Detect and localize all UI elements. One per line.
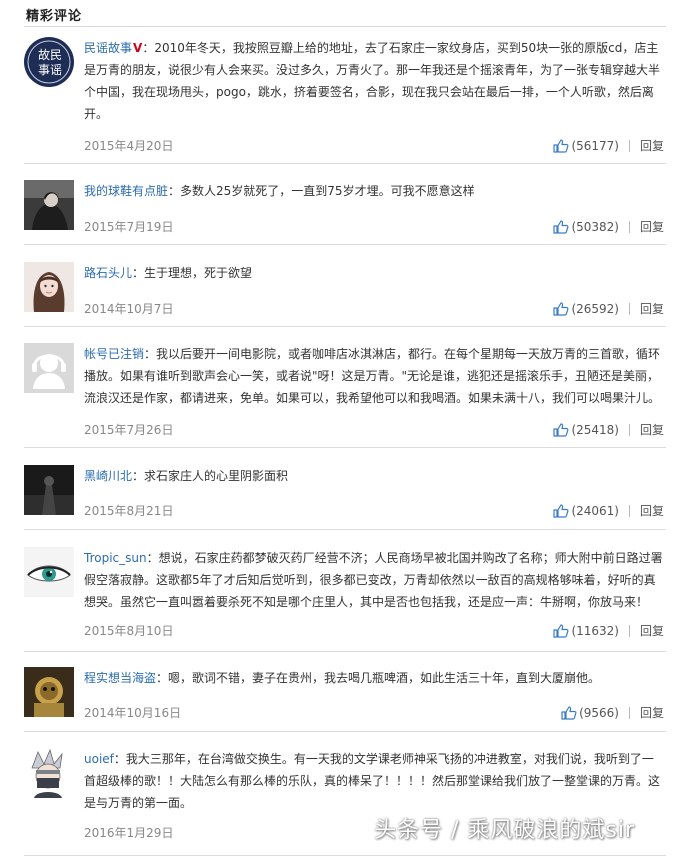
section-title: 精彩评论: [26, 9, 83, 24]
comment-date: 2015年8月21日: [84, 504, 174, 518]
comment-text: 多数人25岁就死了，一直到75岁才埋。可我不愿意这样: [180, 184, 475, 198]
divider: [628, 706, 630, 719]
comment-text: 求石家庄人的心里阴影面积: [144, 469, 289, 483]
comment-item: Tropic_sun：想说，石家庄药都梦破灭药厂经营不济；人民商场早被北国并购改…: [24, 547, 666, 652]
username-link[interactable]: 程实想当海盗: [84, 671, 156, 685]
username-link[interactable]: Tropic_sun: [84, 551, 147, 565]
divider: [628, 139, 630, 152]
comment-text: 2010年冬天，我按照豆瓣上给的地址，去了石家庄一家纹身店，买到50块一张的原版…: [84, 41, 661, 121]
comment-text: 想说，石家庄药都梦破灭药厂经营不济；人民商场早被北国并购改了名称；师大附中前日路…: [84, 551, 663, 609]
avatar[interactable]: [24, 667, 74, 717]
comment-item: 路石头儿：生于理想，死于欲望 2014年10月7日 (26592) 回复: [24, 262, 666, 327]
comment-body: 路石头儿：生于理想，死于欲望: [84, 266, 253, 280]
comment-body: Tropic_sun：想说，石家庄药都梦破灭药厂经营不济；人民商场早被北国并购改…: [84, 551, 663, 609]
username-link[interactable]: 我的球鞋有点脏: [84, 184, 168, 198]
reply-button[interactable]: 回复: [640, 622, 664, 639]
avatar[interactable]: [24, 465, 74, 515]
section-header: 精彩评论: [24, 0, 666, 27]
thumbs-up-icon[interactable]: [553, 301, 569, 316]
username-link[interactable]: uoief: [84, 752, 114, 766]
like-count[interactable]: (24061): [571, 504, 619, 518]
thumbs-up-icon[interactable]: [561, 705, 577, 720]
comment-date: 2015年7月26日: [84, 423, 174, 437]
comment-text: 我大三那年，在台湾做交换生。有一天我的文学课老师神采飞扬的冲进教室，对我们说，我…: [84, 752, 661, 810]
username-link[interactable]: 路石头儿: [84, 266, 132, 280]
comment-item: 我的球鞋有点脏：多数人25岁就死了，一直到75岁才埋。可我不愿意这样 2015年…: [24, 180, 666, 245]
divider: [628, 504, 630, 517]
avatar[interactable]: [24, 748, 74, 798]
thumbs-up-icon[interactable]: [553, 503, 569, 518]
svg-text:故: 故: [38, 47, 50, 62]
comment-text: 我以后要开一间电影院，或者咖啡店冰淇淋店，都行。在每个星期每一天放万青的三首歌，…: [84, 347, 661, 405]
avatar[interactable]: 故 民 事 谣: [24, 37, 74, 87]
comment-body: 我的球鞋有点脏：多数人25岁就死了，一直到75岁才埋。可我不愿意这样: [84, 184, 475, 198]
comment-body: 黑崎川北：求石家庄人的心里阴影面积: [84, 469, 289, 483]
svg-text:民: 民: [50, 48, 62, 62]
reply-button[interactable]: 回复: [640, 218, 664, 235]
comment-date: 2016年1月29日: [84, 826, 174, 840]
like-count[interactable]: (50382): [571, 220, 619, 234]
comment-body: 帐号已注销：我以后要开一间电影院，或者咖啡店冰淇淋店，都行。在每个星期每一天放万…: [84, 347, 661, 405]
divider: [628, 220, 630, 233]
comment-body: 程实想当海盗：嗯，歌词不错，妻子在贵州，我去喝几瓶啤酒，如此生活三十年，直到大厦…: [84, 671, 601, 685]
comment-actions: (56177) 回复: [553, 137, 664, 154]
comment-actions: (25418) 回复: [553, 421, 664, 438]
comment-actions: (26592) 回复: [553, 300, 664, 317]
like-count[interactable]: (26592): [571, 302, 619, 316]
reply-button[interactable]: 回复: [640, 704, 664, 721]
username-link[interactable]: 黑崎川北: [84, 469, 132, 483]
comment-body: 民谣故事V：2010年冬天，我按照豆瓣上给的地址，去了石家庄一家纹身店，买到50…: [84, 41, 661, 121]
verified-badge: V: [133, 41, 143, 55]
svg-text:谣: 谣: [50, 63, 62, 77]
like-count[interactable]: (11632): [571, 624, 619, 638]
thumbs-up-icon[interactable]: [553, 219, 569, 234]
comment-item: 程实想当海盗：嗯，歌词不错，妻子在贵州，我去喝几瓶啤酒，如此生活三十年，直到大厦…: [24, 667, 666, 732]
comment-date: 2014年10月7日: [84, 302, 174, 316]
comment-date: 2015年7月19日: [84, 220, 174, 234]
avatar[interactable]: [24, 547, 74, 597]
divider: [628, 423, 630, 436]
thumbs-up-icon[interactable]: [553, 138, 569, 153]
comment-date: 2015年8月10日: [84, 624, 174, 638]
comment-item: 帐号已注销：我以后要开一间电影院，或者咖啡店冰淇淋店，都行。在每个星期每一天放万…: [24, 343, 666, 448]
divider: [628, 624, 630, 637]
comment-actions: (11632) 回复: [553, 622, 664, 639]
comment-date: 2014年10月16日: [84, 706, 182, 720]
username-link[interactable]: 帐号已注销: [84, 347, 144, 361]
watermark: 头条号 / 乘风破浪的斌sir: [374, 818, 636, 843]
comment-text: 嗯，歌词不错，妻子在贵州，我去喝几瓶啤酒，如此生活三十年，直到大厦崩他。: [168, 671, 601, 685]
avatar[interactable]: [24, 180, 74, 230]
reply-button[interactable]: 回复: [640, 137, 664, 154]
comment-item: 黑崎川北：求石家庄人的心里阴影面积 2015年8月21日 (24061) 回复: [24, 465, 666, 530]
username-link[interactable]: 民谣故事: [84, 41, 132, 55]
comment-body: uoief：我大三那年，在台湾做交换生。有一天我的文学课老师神采飞扬的冲进教室，…: [84, 752, 661, 810]
reply-button[interactable]: 回复: [640, 300, 664, 317]
like-count[interactable]: (25418): [571, 423, 619, 437]
thumbs-up-icon[interactable]: [553, 422, 569, 437]
comment-item: 故 民 事 谣 民谣故事V：2010年冬天，我按照豆瓣上给的地址，去了石家庄一家…: [24, 37, 666, 164]
avatar[interactable]: [24, 262, 74, 312]
comment-actions: (24061) 回复: [553, 502, 664, 519]
avatar[interactable]: [24, 343, 74, 393]
comment-text: 生于理想，死于欲望: [144, 266, 253, 280]
reply-button[interactable]: 回复: [640, 421, 664, 438]
comment-actions: (50382) 回复: [553, 218, 664, 235]
divider: [628, 302, 630, 315]
like-count[interactable]: (9566): [579, 706, 619, 720]
comment-date: 2015年4月20日: [84, 139, 174, 153]
comment-actions: (9566) 回复: [561, 704, 664, 721]
like-count[interactable]: (56177): [571, 139, 619, 153]
thumbs-up-icon[interactable]: [553, 623, 569, 638]
svg-text:事: 事: [38, 63, 50, 77]
reply-button[interactable]: 回复: [640, 502, 664, 519]
